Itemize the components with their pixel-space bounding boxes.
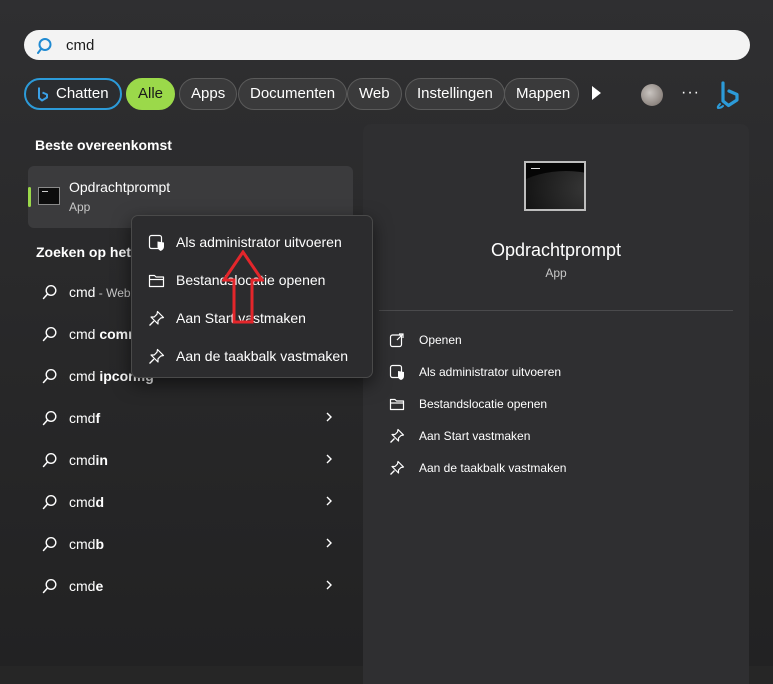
red-arrow-annotation xyxy=(222,250,264,324)
filter-apps-label: Apps xyxy=(191,85,226,102)
pin-icon xyxy=(149,310,165,326)
web-result-text: cmdf xyxy=(69,410,101,426)
avatar[interactable] xyxy=(641,84,663,106)
action-pin-to-taskbar[interactable]: Aan de taakbalk vastmaken xyxy=(389,457,719,479)
best-match-heading: Beste overeenkomst xyxy=(35,137,172,153)
chevron-right-icon xyxy=(326,412,332,422)
action-label: Als administrator uitvoeren xyxy=(419,365,562,379)
action-open[interactable]: Openen xyxy=(389,329,719,351)
search-icon xyxy=(42,494,57,510)
selection-indicator xyxy=(28,187,31,207)
web-result-text: cmdd xyxy=(69,494,105,510)
action-label: Bestandslocatie openen xyxy=(419,397,548,411)
menu-item-label: Als administrator uitvoeren xyxy=(176,234,342,250)
web-result-text: cmd - Web xyxy=(69,284,131,300)
start-search-window: cmd Chatten Alle Apps Documenten Web Ins… xyxy=(0,0,773,684)
open-icon xyxy=(389,333,404,348)
pin-icon xyxy=(390,428,405,443)
action-run-as-admin[interactable]: Als administrator uitvoeren xyxy=(389,361,719,383)
filter-mappen-label: Mappen xyxy=(516,85,571,102)
web-result[interactable]: cmdf xyxy=(28,399,353,437)
divider xyxy=(379,310,733,311)
search-icon xyxy=(42,368,57,384)
best-match-name: Opdrachtprompt xyxy=(69,179,171,195)
filter-documenten-label: Documenten xyxy=(250,85,336,102)
pin-icon xyxy=(149,348,165,364)
menu-item-label: Aan de taakbalk vastmaken xyxy=(176,348,348,364)
action-label: Openen xyxy=(419,333,462,347)
detail-title: Opdrachtprompt xyxy=(490,240,622,260)
bing-chat-icon xyxy=(38,87,48,102)
command-prompt-icon xyxy=(38,187,60,205)
search-icon xyxy=(42,410,57,426)
more-options-icon[interactable]: ··· xyxy=(681,84,700,102)
filter-alle[interactable]: Alle xyxy=(126,78,176,110)
bing-icon[interactable] xyxy=(714,80,744,110)
chevron-right-icon xyxy=(326,538,332,548)
web-result[interactable]: cmde xyxy=(28,567,353,605)
filter-documenten[interactable]: Documenten xyxy=(238,78,348,110)
command-prompt-large-icon xyxy=(524,161,586,211)
folder-icon xyxy=(148,274,165,288)
scroll-filters-right-icon[interactable] xyxy=(592,86,601,100)
action-pin-to-start[interactable]: Aan Start vastmaken xyxy=(389,425,719,447)
detail-panel: Opdrachtprompt App Openen Als administra… xyxy=(363,124,749,684)
search-icon xyxy=(42,284,57,300)
web-result[interactable]: cmdd xyxy=(28,483,353,521)
menu-item-pin-to-taskbar[interactable]: Aan de taakbalk vastmaken xyxy=(132,338,372,374)
web-result-text: cmd comm xyxy=(69,326,141,342)
web-result-text: cmdb xyxy=(69,536,105,552)
action-label: Aan de taakbalk vastmaken xyxy=(419,461,567,475)
web-result-text: cmdin xyxy=(69,452,108,468)
action-open-file-location[interactable]: Bestandslocatie openen xyxy=(389,393,719,415)
filter-alle-label: Alle xyxy=(138,85,164,102)
web-result[interactable]: cmdb xyxy=(28,525,353,563)
shield-icon xyxy=(389,364,404,380)
web-result[interactable]: cmdin xyxy=(28,441,353,479)
action-label: Aan Start vastmaken xyxy=(419,429,531,443)
detail-subtitle: App xyxy=(545,266,567,280)
filter-apps[interactable]: Apps xyxy=(179,78,238,110)
search-input[interactable]: cmd xyxy=(66,37,94,54)
filter-mappen[interactable]: Mappen xyxy=(504,78,579,110)
best-match-type: App xyxy=(69,200,91,214)
chevron-right-icon xyxy=(326,580,332,590)
filter-bar: Chatten Alle Apps Documenten Web Instell… xyxy=(24,78,584,110)
chevron-right-icon xyxy=(326,496,332,506)
filter-instellingen[interactable]: Instellingen xyxy=(405,78,505,110)
filter-chatten-label: Chatten xyxy=(56,85,109,102)
filter-web-label: Web xyxy=(359,85,390,102)
search-icon xyxy=(37,38,52,54)
filter-instellingen-label: Instellingen xyxy=(417,85,493,102)
web-result-text: cmde xyxy=(69,578,104,594)
search-box[interactable]: cmd xyxy=(24,30,750,60)
search-icon xyxy=(42,326,57,342)
filter-web[interactable]: Web xyxy=(347,78,402,110)
search-icon xyxy=(42,452,57,468)
chevron-right-icon xyxy=(326,454,332,464)
search-icon xyxy=(42,536,57,552)
search-icon xyxy=(42,578,57,594)
folder-icon xyxy=(389,398,405,411)
filter-chatten[interactable]: Chatten xyxy=(24,78,122,110)
shield-icon xyxy=(148,234,164,251)
web-search-heading: Zoeken op het xyxy=(36,244,131,260)
pin-icon xyxy=(390,460,405,475)
